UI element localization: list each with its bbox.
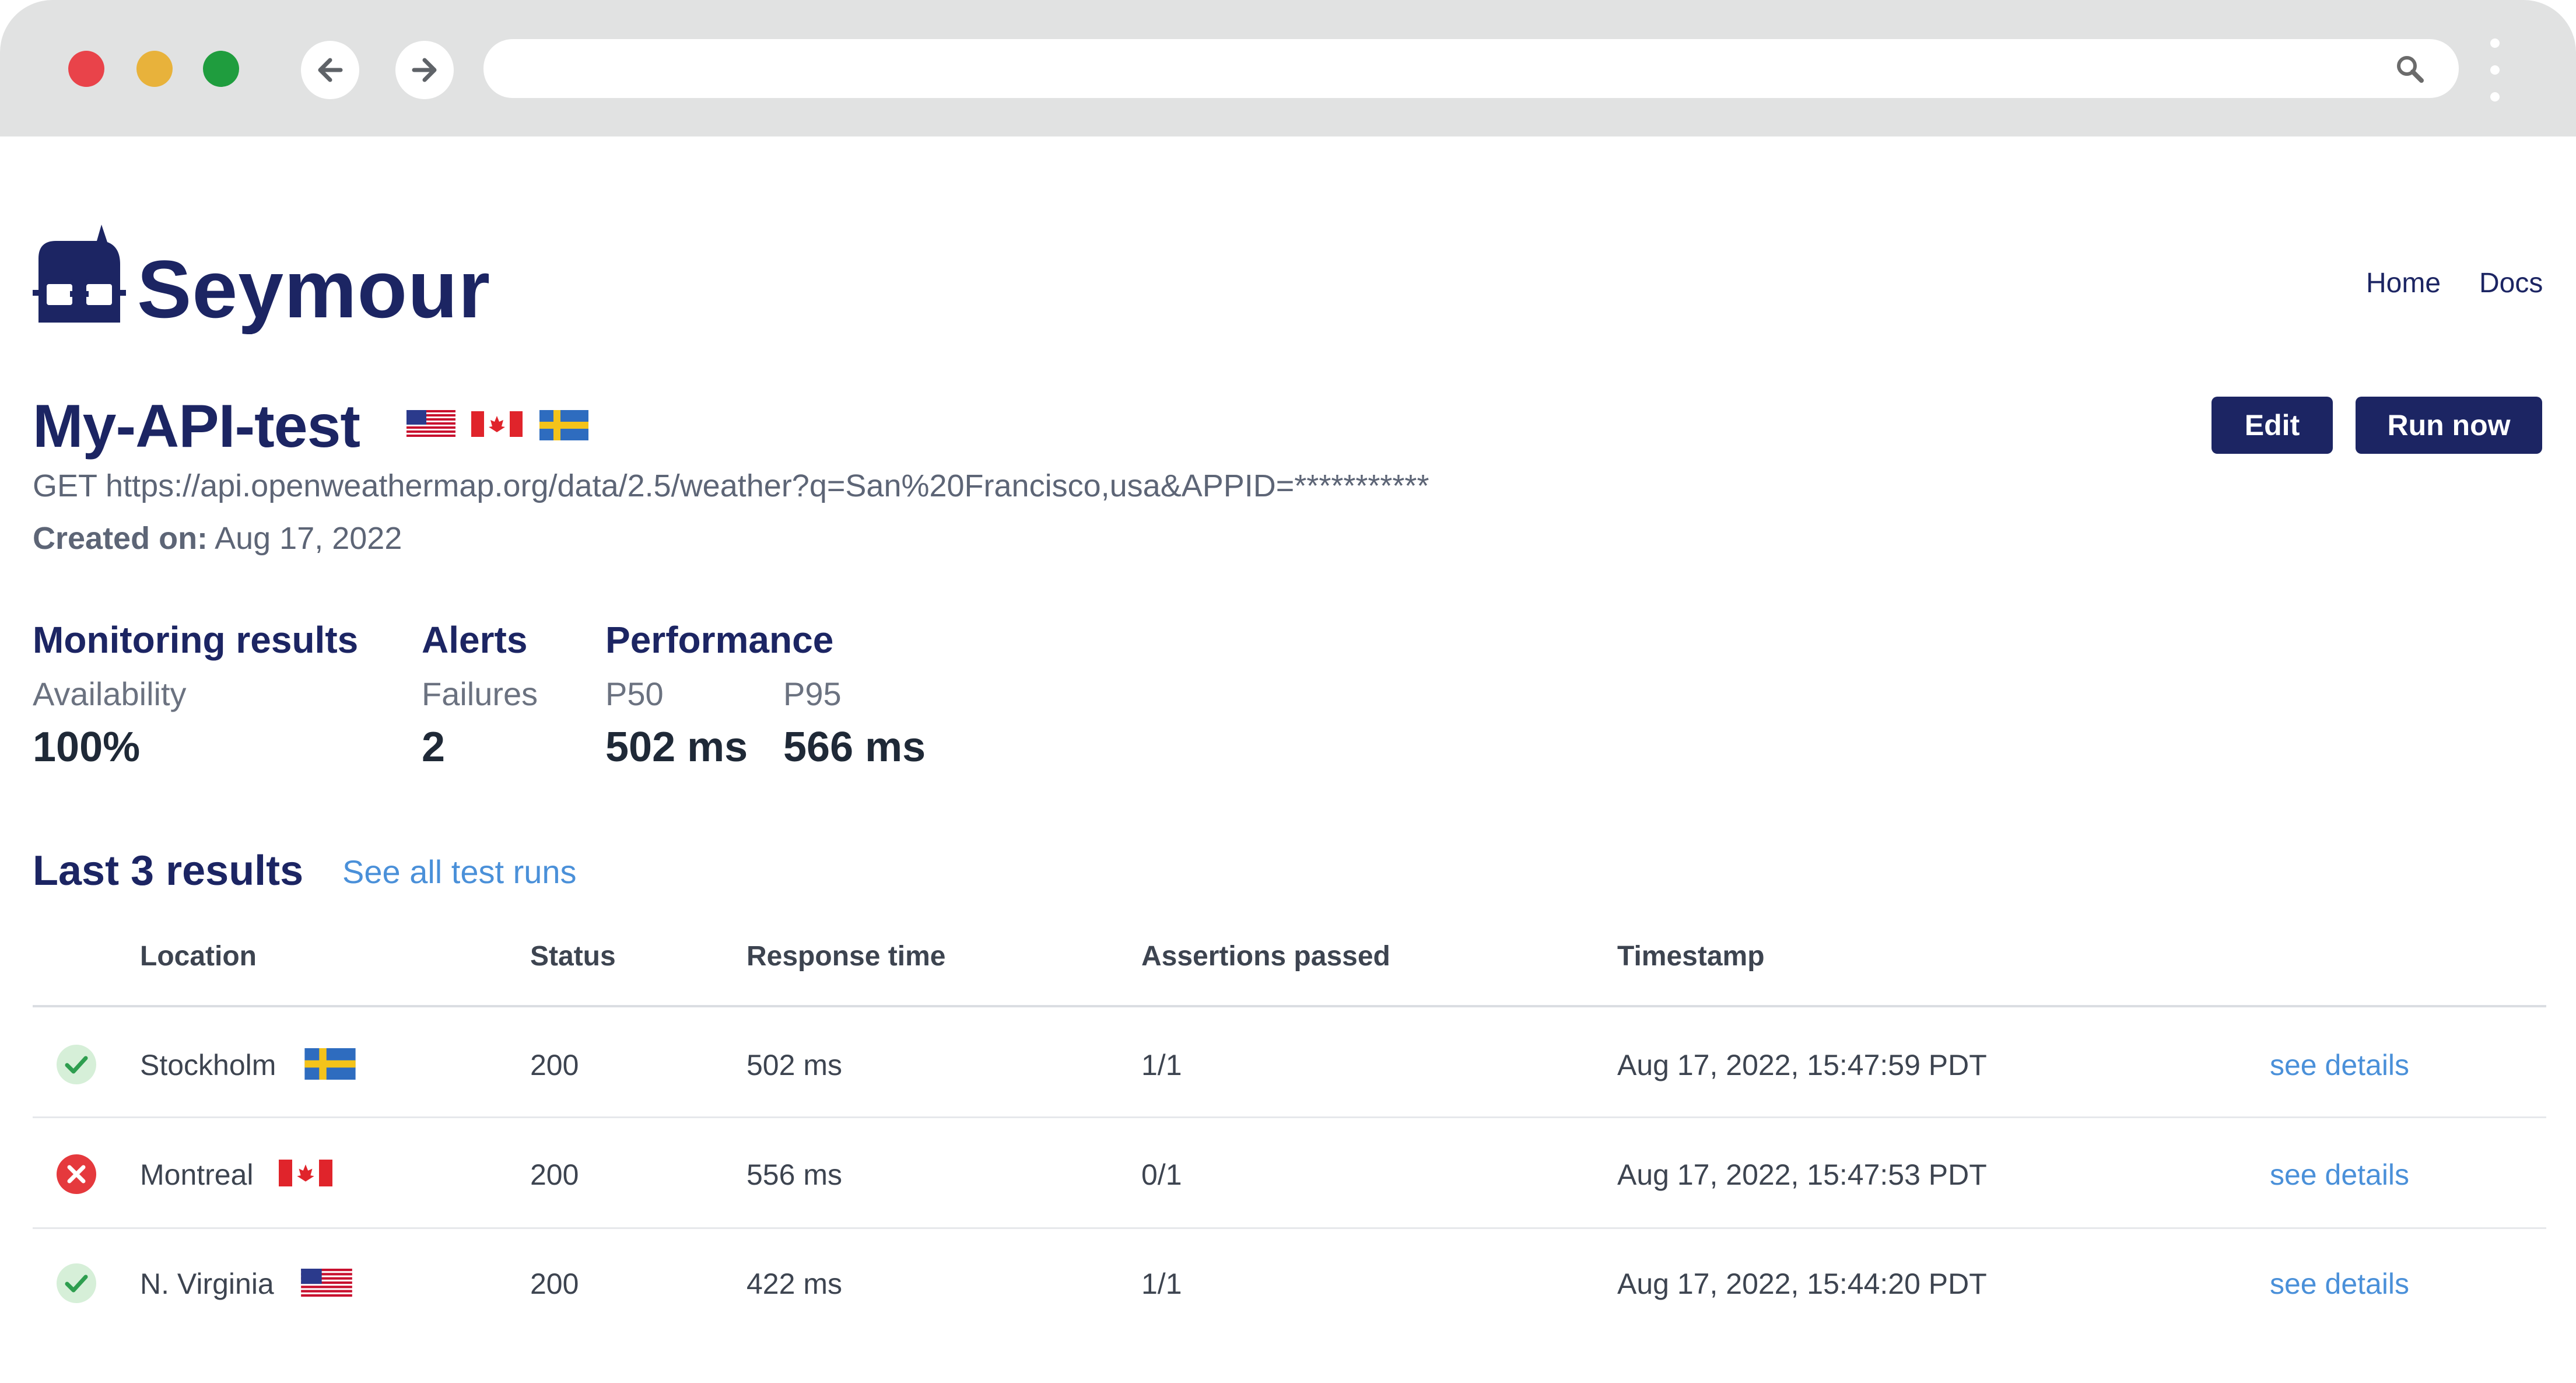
close-window-button[interactable] — [68, 51, 104, 87]
address-bar[interactable] — [483, 39, 2459, 98]
request-url: GET https://api.openweathermap.org/data/… — [33, 468, 1429, 503]
see-details-link[interactable]: see details — [2270, 1048, 2409, 1082]
search-icon[interactable] — [2395, 54, 2425, 84]
alerts-heading: Alerts — [422, 619, 528, 661]
row-divider — [33, 1116, 2546, 1118]
row-assertions: 1/1 — [1141, 1049, 1182, 1081]
row-assertions: 0/1 — [1141, 1158, 1182, 1191]
see-all-test-runs-link[interactable]: See all test runs — [342, 853, 577, 891]
row-response-time: 556 ms — [746, 1158, 842, 1191]
back-button[interactable] — [301, 41, 359, 99]
ca-flag-icon — [279, 1160, 332, 1186]
column-header-status: Status — [530, 941, 616, 972]
row-location: N. Virginia — [140, 1268, 274, 1300]
created-label: Created on: — [33, 521, 208, 556]
maximize-window-button[interactable] — [203, 51, 239, 87]
row-timestamp: Aug 17, 2022, 15:47:53 PDT — [1617, 1158, 1987, 1191]
seymour-logo-icon — [33, 225, 126, 323]
se-flag-icon — [304, 1048, 356, 1080]
run-now-button[interactable]: Run now — [2356, 397, 2542, 454]
created-value: Aug 17, 2022 — [215, 521, 402, 556]
us-flag-icon — [301, 1269, 352, 1297]
row-status: 200 — [530, 1049, 579, 1081]
row-location: Montreal — [140, 1158, 254, 1191]
failures-value: 2 — [422, 724, 446, 771]
row-timestamp: Aug 17, 2022, 15:44:20 PDT — [1617, 1268, 1987, 1300]
availability-label: Availability — [33, 675, 187, 712]
page-title: My-API-test — [33, 393, 360, 460]
se-flag-icon — [539, 410, 588, 440]
performance-heading: Performance — [605, 619, 834, 661]
nav-home-link[interactable]: Home — [2366, 267, 2441, 299]
check-circle-icon — [57, 1263, 96, 1303]
table-header-divider — [33, 1005, 2546, 1007]
check-circle-icon — [57, 1045, 96, 1084]
column-header-timestamp: Timestamp — [1617, 941, 1765, 972]
last-results-heading: Last 3 results — [33, 848, 304, 894]
minimize-window-button[interactable] — [136, 51, 173, 87]
forward-button[interactable] — [395, 41, 454, 99]
arrow-left-icon — [318, 58, 343, 82]
see-details-link[interactable]: see details — [2270, 1267, 2409, 1301]
brand-name: Seymour — [137, 243, 491, 335]
row-assertions: 1/1 — [1141, 1268, 1182, 1300]
row-divider — [33, 1227, 2546, 1229]
row-status: 200 — [530, 1268, 579, 1300]
browser-menu-icon[interactable] — [2489, 38, 2501, 101]
p50-value: 502 ms — [605, 724, 748, 771]
row-timestamp: Aug 17, 2022, 15:47:59 PDT — [1617, 1049, 1987, 1081]
nav-docs-link[interactable]: Docs — [2479, 267, 2543, 299]
row-location: Stockholm — [140, 1049, 276, 1081]
arrow-right-icon — [412, 58, 437, 82]
p95-value: 566 ms — [783, 724, 926, 771]
edit-button[interactable]: Edit — [2211, 397, 2333, 454]
row-response-time: 502 ms — [746, 1049, 842, 1081]
column-header-location: Location — [140, 941, 257, 972]
see-details-link[interactable]: see details — [2270, 1158, 2409, 1192]
row-response-time: 422 ms — [746, 1268, 842, 1300]
column-header-response-time: Response time — [746, 941, 946, 972]
availability-value: 100% — [33, 724, 141, 771]
us-flag-icon — [406, 410, 455, 437]
column-header-assertions: Assertions passed — [1141, 941, 1390, 972]
error-circle-icon — [57, 1154, 96, 1194]
ca-flag-icon — [471, 411, 523, 437]
row-status: 200 — [530, 1158, 579, 1191]
p95-label: P95 — [783, 675, 842, 712]
failures-label: Failures — [422, 675, 538, 712]
created-date: Created on: Aug 17, 2022 — [33, 520, 402, 556]
monitoring-results-heading: Monitoring results — [33, 619, 359, 661]
p50-label: P50 — [605, 675, 664, 712]
browser-chrome — [0, 0, 2576, 136]
